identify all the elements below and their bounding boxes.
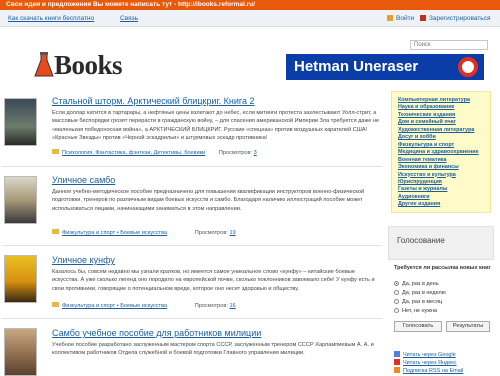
divider bbox=[2, 245, 382, 246]
category-link[interactable]: Медицина и здравоохранение bbox=[398, 149, 479, 156]
radio-icon bbox=[394, 308, 399, 313]
announcement-text[interactable]: Свои идеи и предложения Вы можете написа… bbox=[6, 0, 255, 10]
top-navigation: Как скачать книги бесплатно Связь Войти … bbox=[0, 10, 500, 27]
site-logo[interactable]: Books bbox=[34, 50, 144, 82]
book-description: Казалось бы, совсем недавно мы узнали кр… bbox=[52, 269, 375, 292]
views-label: Просмотров: bbox=[194, 230, 228, 236]
book-cover[interactable] bbox=[4, 328, 37, 376]
poll-header: Голосование bbox=[388, 226, 494, 260]
poll-option[interactable]: Нет, не нужна bbox=[394, 307, 437, 315]
views-count[interactable]: 16 bbox=[229, 303, 235, 309]
poll-question: Требуется ли рассылка новых книг bbox=[394, 265, 491, 271]
flask-icon bbox=[34, 52, 54, 77]
book-description: Учебное пособие разработано заслуженным … bbox=[52, 342, 374, 357]
views-label: Просмотров: bbox=[218, 150, 253, 156]
logo-text: Books bbox=[54, 50, 123, 80]
folder-icon bbox=[52, 149, 59, 154]
category-link[interactable]: Экономика и финансы bbox=[398, 164, 479, 171]
poll-option-label: Нет, не нужна bbox=[402, 308, 438, 314]
search-input[interactable]: Поиск bbox=[410, 40, 488, 50]
radio-selected-icon bbox=[394, 281, 399, 286]
category-link[interactable]: Юриспруденция bbox=[398, 179, 479, 186]
divider bbox=[2, 166, 382, 167]
book-title[interactable]: Уличное самбо bbox=[52, 175, 115, 186]
feed-label: Читать через Google bbox=[403, 352, 456, 358]
category-link[interactable]: Военная тематика bbox=[398, 157, 479, 164]
login-icon bbox=[387, 15, 393, 21]
yandex-reader-link[interactable]: Читать через Яндекс bbox=[394, 359, 463, 367]
book-title[interactable]: Самбо учебное пособие для работников мил… bbox=[52, 328, 261, 339]
how-to-download-link[interactable]: Как скачать книги бесплатно bbox=[8, 10, 94, 27]
folder-icon bbox=[52, 229, 59, 234]
book-cover[interactable] bbox=[4, 176, 37, 224]
feed-label: Подписка RSS на Email bbox=[403, 368, 464, 374]
poll-option-label: Да, раз в месяц bbox=[402, 299, 443, 305]
divider bbox=[2, 318, 382, 319]
banner-text: Hetman Uneraser bbox=[294, 58, 419, 75]
poll-option[interactable]: Да, раз в месяц bbox=[394, 298, 442, 306]
radio-icon bbox=[394, 299, 399, 304]
category-link[interactable]: Физкультура и спорт bbox=[398, 142, 479, 149]
book-title[interactable]: Стальной шторм. Арктический блицкриг. Кн… bbox=[52, 96, 254, 107]
yandex-icon bbox=[394, 359, 400, 365]
views-count[interactable]: 3 bbox=[254, 150, 257, 156]
subscribe-links: Читать через Google Читать через Яндекс … bbox=[394, 351, 463, 375]
book-tags[interactable]: Физкультура и спорт • Боевые искусства bbox=[62, 303, 167, 309]
login-label: Войти bbox=[396, 15, 415, 22]
announcement-bar: Свои идеи и предложения Вы можете написа… bbox=[0, 0, 500, 10]
book-title[interactable]: Уличное кунфу bbox=[52, 255, 115, 266]
category-link[interactable]: Искусство и культура bbox=[398, 172, 479, 179]
radio-icon bbox=[394, 290, 399, 295]
book-cover[interactable] bbox=[4, 98, 37, 146]
google-reader-link[interactable]: Читать через Google bbox=[394, 351, 463, 359]
rss-email-link[interactable]: Подписка RSS на Email bbox=[394, 367, 463, 375]
book-tags[interactable]: Физкультура и спорт • Боевые искусства bbox=[62, 230, 167, 236]
poll-option[interactable]: Да, раз в день bbox=[394, 280, 439, 288]
book-meta: Физкультура и спорт • Боевые искусства П… bbox=[52, 302, 236, 310]
book-cover[interactable] bbox=[4, 255, 37, 303]
category-link[interactable]: Другие издания bbox=[398, 201, 479, 208]
register-icon bbox=[420, 15, 426, 21]
feed-label: Читать через Яндекс bbox=[403, 360, 457, 366]
vote-button[interactable]: Голосовать bbox=[394, 321, 442, 332]
register-label: Зарегистрироваться bbox=[429, 15, 491, 22]
lifebuoy-icon bbox=[458, 57, 478, 77]
rss-icon bbox=[394, 367, 400, 373]
ad-banner[interactable]: Hetman Uneraser bbox=[286, 54, 484, 80]
category-list: Компьютерная литература Наука и образова… bbox=[391, 91, 491, 213]
poll-option-label: Да, раз в день bbox=[402, 281, 439, 287]
search-placeholder: Поиск bbox=[414, 42, 431, 48]
book-description: Если доллар катится в тартарары, а нефтя… bbox=[52, 110, 380, 141]
poll-option-label: Да, раз в неделю bbox=[402, 290, 446, 296]
category-link[interactable]: Газеты и журналы bbox=[398, 186, 479, 193]
book-meta: Физкультура и спорт • Боевые искусства П… bbox=[52, 229, 236, 237]
views-count[interactable]: 19 bbox=[229, 230, 235, 236]
category-link[interactable]: Наука и образование bbox=[398, 104, 479, 111]
book-tags[interactable]: Психология, Фантастика, фэнтези, Детекти… bbox=[62, 150, 205, 156]
category-link[interactable]: Дом и семейный очаг bbox=[398, 119, 479, 126]
results-button[interactable]: Результаты bbox=[446, 321, 490, 332]
login-link[interactable]: Войти bbox=[387, 10, 414, 27]
google-icon bbox=[394, 351, 400, 357]
book-description: Данное учебно-методическое пособие предн… bbox=[52, 189, 365, 212]
register-link[interactable]: Зарегистрироваться bbox=[420, 10, 490, 27]
category-link[interactable]: Досуг и хобби bbox=[398, 134, 479, 141]
book-meta: Психология, Фантастика, фэнтези, Детекти… bbox=[52, 149, 257, 157]
contact-link[interactable]: Связь bbox=[120, 10, 138, 27]
poll-option[interactable]: Да, раз в неделю bbox=[394, 289, 446, 297]
folder-icon bbox=[52, 302, 59, 307]
poll-heading: Голосование bbox=[397, 236, 445, 245]
category-link[interactable]: Аудиокниги bbox=[398, 194, 479, 201]
views-label: Просмотров: bbox=[194, 303, 228, 309]
